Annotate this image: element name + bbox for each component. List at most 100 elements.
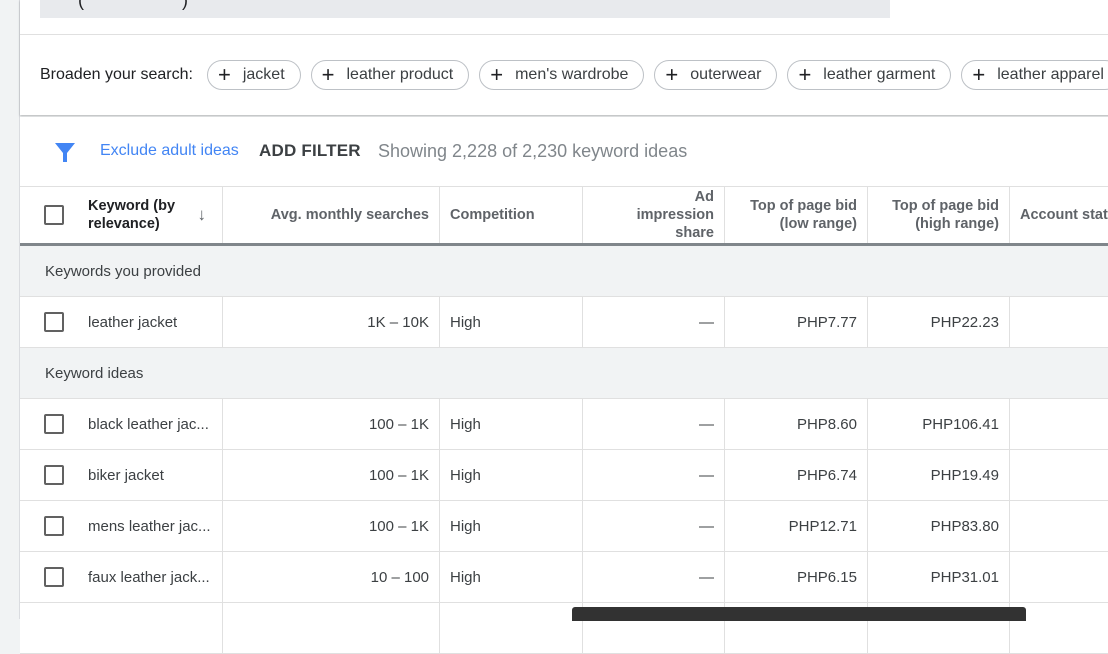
row-checkbox[interactable] <box>44 516 64 536</box>
row-checkbox[interactable] <box>44 414 64 434</box>
ad-impression-share-cell: — <box>583 450 725 500</box>
header-keyword[interactable]: Keyword (by relevance) ↓ <box>20 187 223 243</box>
account-status-cell <box>1010 399 1108 449</box>
header-keyword-label: Keyword (by relevance) <box>88 198 176 232</box>
broaden-chip-leather-product[interactable]: + leather product <box>310 60 470 90</box>
chip-label: jacket <box>242 66 285 83</box>
group-row-provided: Keywords you provided <box>20 246 1108 297</box>
keyword-text: leather jacket <box>88 313 178 331</box>
chip-label: outerwear <box>690 66 762 83</box>
account-status-cell <box>1010 450 1108 500</box>
plus-icon: + <box>321 62 335 87</box>
row-checkbox[interactable] <box>44 465 64 485</box>
header-label: Top of page bid (low range) <box>750 198 857 232</box>
chip-label: leather product <box>346 66 454 83</box>
bid-high-cell: PHP31.01 <box>868 552 1010 602</box>
table-row[interactable]: biker jacket 100 – 1K High — PHP6.74 PHP… <box>20 450 1108 501</box>
keyword-search-input[interactable]: ( ) <box>40 0 890 18</box>
competition-cell: High <box>440 450 583 500</box>
search-text-fragment: ) <box>182 0 188 10</box>
keyword-text: biker jacket <box>88 466 164 484</box>
broaden-chip-outerwear[interactable]: + outerwear <box>654 60 778 90</box>
arrow-down-icon[interactable]: ↓ <box>198 206 207 224</box>
plus-icon: + <box>217 62 231 87</box>
keyword-cell: mens leather jac... <box>20 501 223 551</box>
header-competition[interactable]: Competition <box>440 187 583 243</box>
keyword-cell: leather jacket <box>20 297 223 347</box>
keyword-text: mens leather jac... <box>88 517 211 535</box>
ad-impression-share-cell: — <box>583 552 725 602</box>
bid-high-cell: PHP83.80 <box>868 501 1010 551</box>
group-label: Keywords you provided <box>45 262 201 280</box>
table-row[interactable]: mens leather jac... 100 – 1K High — PHP1… <box>20 501 1108 552</box>
filter-bar: Exclude adult ideas ADD FILTER Showing 2… <box>20 117 1108 187</box>
chip-label: men's wardrobe <box>515 66 629 83</box>
avg-monthly-searches-cell: 1K – 10K <box>223 297 440 347</box>
header-ad-impression-share[interactable]: Ad impression share <box>583 187 725 243</box>
keyword-table: Keyword (by relevance) ↓ Avg. monthly se… <box>20 187 1108 654</box>
plus-icon: + <box>665 62 679 87</box>
row-checkbox[interactable] <box>44 567 64 587</box>
avg-monthly-searches-cell: 100 – 1K <box>223 450 440 500</box>
search-card: ( ) Broaden your search: + jacket + leathe… <box>20 0 1108 115</box>
exclude-adult-ideas-filter[interactable]: Exclude adult ideas <box>100 142 239 160</box>
bid-low-cell: PHP8.60 <box>725 399 868 449</box>
keyword-text: black leather jac... <box>88 415 209 433</box>
broaden-search-bar: Broaden your search: + jacket + leather pr… <box>40 58 1108 92</box>
results-count: Showing 2,228 of 2,230 keyword ideas <box>378 141 688 161</box>
header-bid-high[interactable]: Top of page bid (high range) <box>868 187 1010 243</box>
broaden-chip-mens-wardrobe[interactable]: + men's wardrobe <box>479 60 645 90</box>
header-label: Competition <box>450 207 535 223</box>
bid-low-cell: PHP6.74 <box>725 450 868 500</box>
ad-impression-share-cell: — <box>583 399 725 449</box>
avg-monthly-searches-cell: 10 – 100 <box>223 552 440 602</box>
competition-cell: High <box>440 297 583 347</box>
broaden-label: Broaden your search: <box>40 66 193 83</box>
keyword-text: faux leather jack... <box>88 568 210 586</box>
header-bid-low[interactable]: Top of page bid (low range) <box>725 187 868 243</box>
broaden-chip-leather-garment[interactable]: + leather garment <box>787 60 952 90</box>
plus-icon: + <box>972 62 986 87</box>
bid-low-cell: PHP6.15 <box>725 552 868 602</box>
header-label: Avg. monthly searches <box>270 207 429 223</box>
ad-impression-share-cell: — <box>583 501 725 551</box>
chip-label: leather garment <box>823 66 936 83</box>
plus-icon: + <box>490 62 504 87</box>
divider <box>20 34 1108 35</box>
table-row[interactable]: faux leather jack... 10 – 100 High — PHP… <box>20 552 1108 603</box>
table-row[interactable]: leather jacket 1K – 10K High — PHP7.77 P… <box>20 297 1108 348</box>
keyword-cell: faux leather jack... <box>20 552 223 602</box>
keyword-cell: biker jacket <box>20 450 223 500</box>
keyword-cell: black leather jac... <box>20 399 223 449</box>
broaden-chip-jacket[interactable]: + jacket <box>206 60 301 90</box>
add-filter-button[interactable]: ADD FILTER <box>259 141 361 161</box>
bid-high-cell: PHP106.41 <box>868 399 1010 449</box>
competition-cell: High <box>440 501 583 551</box>
competition-cell: High <box>440 552 583 602</box>
account-status-cell <box>1010 501 1108 551</box>
bid-high-cell: PHP22.23 <box>868 297 1010 347</box>
table-header-row: Keyword (by relevance) ↓ Avg. monthly se… <box>20 187 1108 246</box>
avg-monthly-searches-cell: 100 – 1K <box>223 501 440 551</box>
row-checkbox[interactable] <box>44 312 64 332</box>
bid-low-cell: PHP7.77 <box>725 297 868 347</box>
bid-low-cell: PHP12.71 <box>725 501 868 551</box>
search-text-fragment: ( <box>78 0 84 10</box>
header-label: Account status <box>1020 207 1108 223</box>
group-row-ideas: Keyword ideas <box>20 348 1108 399</box>
header-label: Top of page bid (high range) <box>892 198 999 232</box>
table-row[interactable]: black leather jac... 100 – 1K High — PHP… <box>20 399 1108 450</box>
competition-cell: High <box>440 399 583 449</box>
broaden-chip-leather-apparel[interactable]: + leather apparel <box>961 60 1108 90</box>
group-label: Keyword ideas <box>45 364 144 382</box>
plus-icon: + <box>798 62 812 87</box>
header-avg-monthly-searches[interactable]: Avg. monthly searches <box>223 187 440 243</box>
avg-monthly-searches-cell: 100 – 1K <box>223 399 440 449</box>
chip-label: leather apparel <box>997 66 1104 83</box>
bid-high-cell: PHP19.49 <box>868 450 1010 500</box>
left-gutter <box>0 0 20 619</box>
header-account-status[interactable]: Account status <box>1010 187 1108 243</box>
filter-icon[interactable] <box>53 140 77 164</box>
select-all-checkbox[interactable] <box>44 205 64 225</box>
ad-impression-share-cell: — <box>583 297 725 347</box>
